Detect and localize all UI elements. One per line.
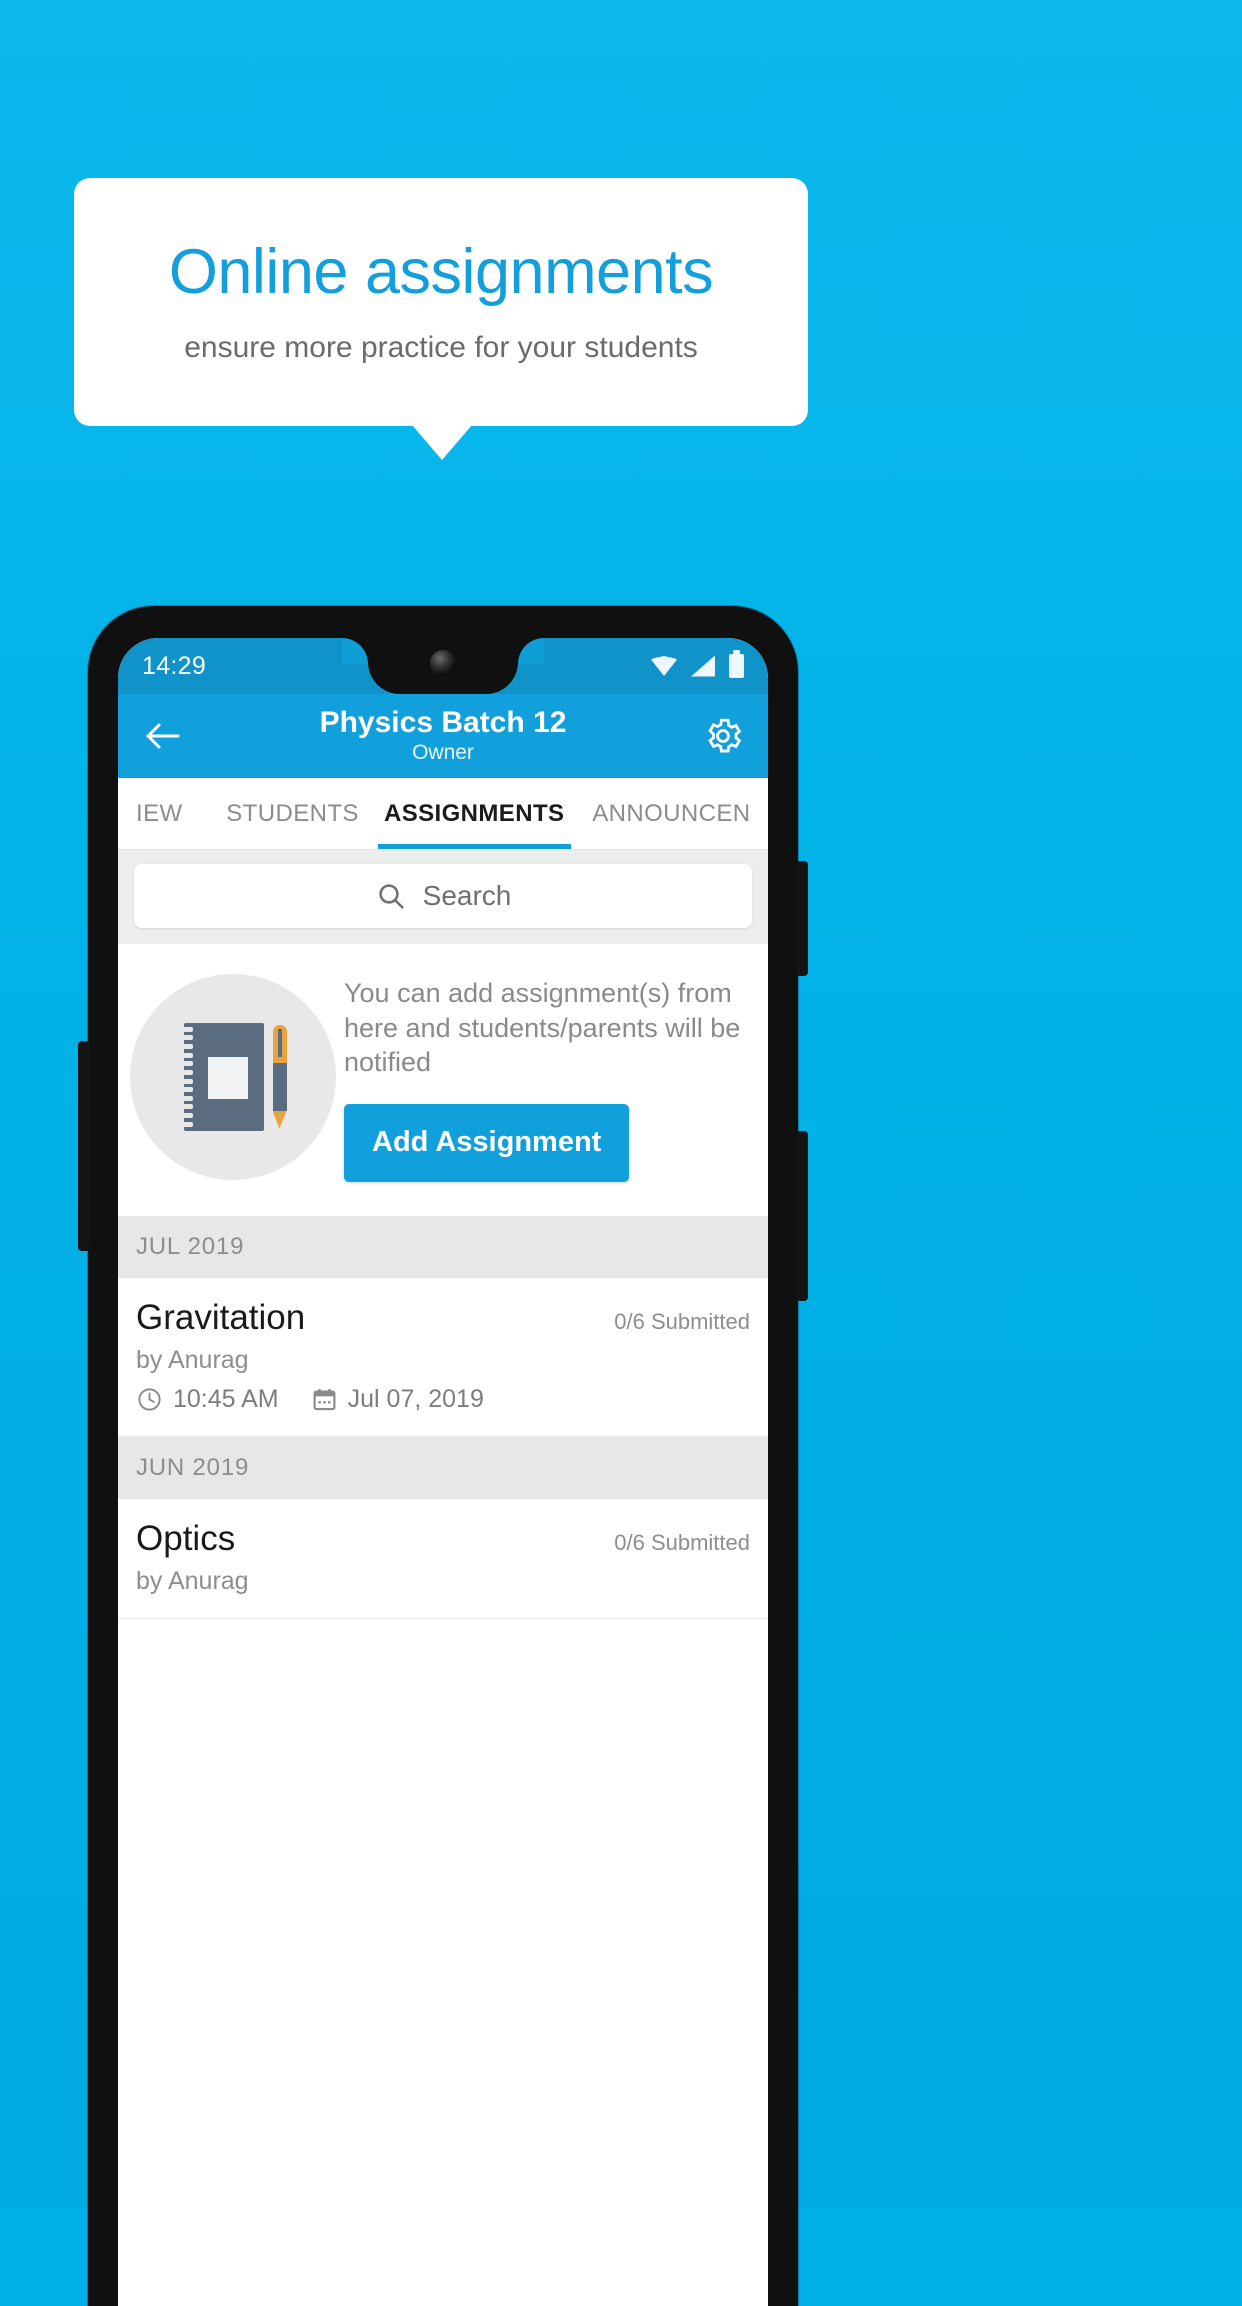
assignment-title-row: Gravitation 0/6 Submitted <box>136 1298 750 1338</box>
notebook-spiral <box>180 1026 193 1127</box>
phone-device: 14:29 Physics Batch 12 Owner IEW STUDENT… <box>78 606 808 2306</box>
tab-announcements[interactable]: ANNOUNCEN <box>575 778 768 849</box>
assignment-author: by Anurag <box>136 1345 249 1374</box>
clock-icon <box>138 1388 161 1411</box>
assignment-title: Gravitation <box>136 1297 306 1337</box>
assignment-row-gravitation[interactable]: Gravitation 0/6 Submitted by Anurag 10:4… <box>118 1277 768 1437</box>
tab-bar: IEW STUDENTS ASSIGNMENTS ANNOUNCEN <box>118 778 768 850</box>
assignment-date: Jul 07, 2019 <box>347 1384 484 1413</box>
tab-overview[interactable]: IEW <box>118 778 211 849</box>
back-arrow-icon <box>146 723 180 749</box>
notebook-label <box>207 1056 248 1099</box>
assignment-meta: 10:45 AM Jul 07, 2019 <box>136 1385 750 1414</box>
search-placeholder: Search <box>422 880 512 911</box>
add-assignment-content: You can add assignment(s) from here and … <box>344 972 746 1182</box>
cell-signal-icon <box>691 655 715 677</box>
search-bar-container: Search <box>118 850 768 944</box>
notch-ear-right <box>518 638 544 664</box>
battery-icon <box>729 650 744 678</box>
phone-screen: 14:29 Physics Batch 12 Owner IEW STUDENT… <box>118 638 768 2306</box>
front-camera-icon <box>430 650 456 676</box>
app-bar: Physics Batch 12 Owner <box>118 694 768 778</box>
promo-subtitle: ensure more practice for your students <box>184 331 698 365</box>
month-header-jun: JUN 2019 <box>118 1436 768 1499</box>
page-title: Physics Batch 12 <box>319 705 567 739</box>
phone-button-left <box>78 1041 90 1251</box>
search-input[interactable]: Search <box>134 864 752 928</box>
month-header-jul: JUL 2019 <box>118 1215 768 1278</box>
back-button[interactable] <box>140 713 186 759</box>
tab-assignments[interactable]: ASSIGNMENTS <box>374 778 575 849</box>
status-time: 14:29 <box>142 651 207 680</box>
promo-bubble-tail <box>412 425 472 460</box>
assignment-title: Optics <box>136 1518 236 1558</box>
phone-button-right-upper <box>796 861 808 976</box>
add-assignment-button[interactable]: Add Assignment <box>344 1103 630 1182</box>
submitted-count: 0/6 Submitted <box>614 1308 750 1334</box>
search-icon <box>378 884 404 909</box>
assignment-row-optics[interactable]: Optics 0/6 Submitted by Anurag <box>118 1498 768 1619</box>
promo-card: Online assignments ensure more practice … <box>74 178 808 426</box>
settings-button[interactable] <box>700 713 746 759</box>
page-subtitle: Owner <box>412 741 474 765</box>
notebook-graphic <box>180 1022 264 1131</box>
submitted-count: 0/6 Submitted <box>614 1529 750 1555</box>
gear-icon <box>708 718 742 753</box>
assignment-time: 10:45 AM <box>173 1384 279 1413</box>
notch-ear-left <box>342 638 368 664</box>
notebook-and-pen-icon <box>130 973 336 1180</box>
promo-title: Online assignments <box>168 236 714 307</box>
app-bar-title-block: Physics Batch 12 Owner <box>118 694 768 778</box>
calendar-icon <box>313 1388 336 1410</box>
tab-students[interactable]: STUDENTS <box>211 778 373 849</box>
add-assignment-card: You can add assignment(s) from here and … <box>118 944 768 1216</box>
wifi-icon <box>651 656 677 676</box>
assignment-author: by Anurag <box>136 1566 249 1595</box>
status-icon-group <box>651 650 744 678</box>
phone-button-right-lower <box>796 1131 808 1301</box>
pen-graphic <box>272 1024 287 1129</box>
empty-state-message: You can add assignment(s) from here and … <box>344 978 741 1078</box>
assignment-title-row: Optics 0/6 Submitted <box>136 1519 750 1559</box>
